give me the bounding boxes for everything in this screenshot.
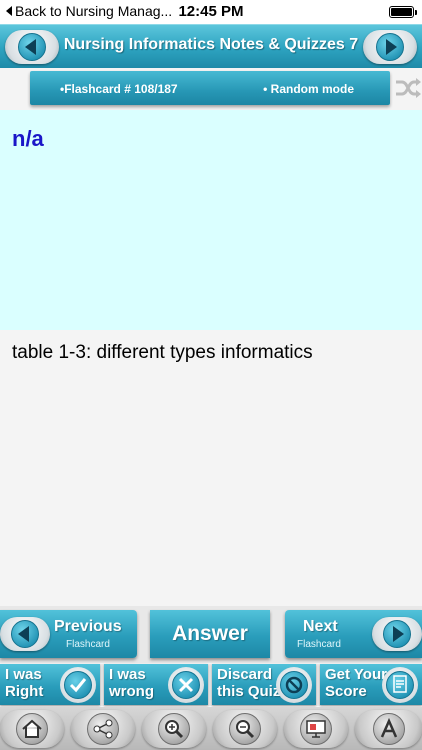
flashcard-info-bar: •Flashcard # 108/187 • Random mode [30,71,390,105]
home-button[interactable] [0,710,64,748]
answer-text: table 1-3: different types informatics [12,342,313,363]
next-label: Next [303,618,338,635]
prev-card-top-button[interactable] [5,30,59,64]
font-size-icon [380,718,397,738]
arrow-right-icon [386,39,397,55]
next-card-top-button[interactable] [363,30,417,64]
status-bar: Back to Nursing Manag... 12:45 PM [0,0,422,24]
share-icon [93,719,113,739]
share-button[interactable] [71,710,135,748]
discard-quiz-label: Discard this Quiz [217,666,281,700]
shuffle-icon[interactable] [394,74,422,102]
next-sublabel: Flashcard [297,639,341,650]
zoom-in-icon [165,720,184,739]
i-was-right-label: I was Right [5,666,44,700]
arrow-left-icon [25,39,36,55]
slideshow-button[interactable] [284,710,348,748]
next-flashcard-button[interactable]: Next Flashcard [285,610,422,658]
home-icon [22,719,42,738]
previous-label: Previous [54,618,122,635]
info-row: •Flashcard # 108/187 • Random mode [0,68,422,110]
next-round-button[interactable] [372,617,422,651]
previous-sublabel: Flashcard [66,639,110,650]
zoom-in-button[interactable] [142,710,206,748]
arrow-right-icon [393,626,404,642]
zoom-out-button[interactable] [213,710,277,748]
get-score-label: Get Your Score [325,666,387,700]
prohibited-icon [285,676,303,694]
tool-row [0,707,422,750]
flashcard-counter: •Flashcard # 108/187 [60,82,178,96]
previous-round-button[interactable] [0,617,50,651]
status-time: 12:45 PM [178,3,244,20]
x-icon [178,677,194,693]
i-was-wrong-button[interactable]: I was wrong [104,664,208,705]
answer-button[interactable]: Answer [150,610,270,658]
get-score-button[interactable]: Get Your Score [320,664,422,705]
discard-quiz-button[interactable]: Discard this Quiz [212,664,316,705]
battery-icon [389,6,417,18]
font-size-button[interactable] [355,710,422,748]
random-mode-label: • Random mode [263,82,354,96]
action-row: I was Right I was wrong Discard this Qui… [0,664,422,706]
previous-flashcard-button[interactable]: Previous Flashcard [0,610,137,658]
zoom-out-icon [236,720,255,739]
flashcard-nav-row: Previous Flashcard Answer Next Flashcard [0,606,422,663]
title-bar: Nursing Informatics Notes & Quizzes 7 [0,24,422,68]
slideshow-icon [306,720,326,738]
i-was-wrong-label: I was wrong [109,666,154,700]
arrow-left-icon [18,626,29,642]
question-text: n/a [12,126,44,151]
score-sheet-icon [393,675,407,693]
page-title: Nursing Informatics Notes & Quizzes 7 [63,36,359,53]
i-was-right-button[interactable]: I was Right [0,664,100,705]
question-panel: n/a [0,110,422,330]
checkmark-icon [69,678,87,693]
